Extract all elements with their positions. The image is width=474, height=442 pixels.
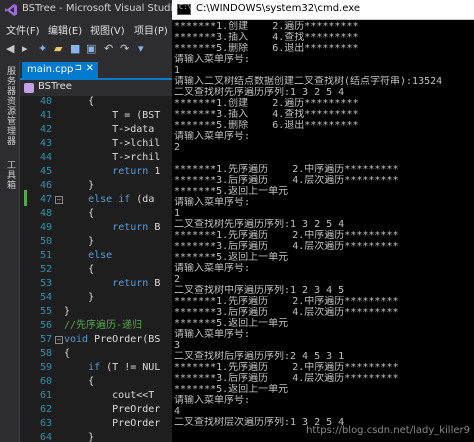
console-line: 请输入菜单序号: bbox=[174, 131, 251, 142]
dropdown-arrow-icon[interactable]: ▾ bbox=[138, 42, 144, 56]
tab-label: main.cpp bbox=[27, 64, 74, 75]
console-line: *******1.先序遍历 2.中序遍历********* bbox=[174, 362, 399, 373]
cmd-icon: C:\ bbox=[177, 3, 192, 15]
collapse-toggle-icon[interactable]: − bbox=[55, 196, 63, 204]
console-line: *******1.创建 2.遍历********* bbox=[174, 98, 359, 109]
toolbox-tab[interactable]: 工具箱 bbox=[4, 160, 17, 190]
console-line: 1 bbox=[174, 208, 181, 219]
scope-dropdown[interactable]: BSTree bbox=[38, 81, 72, 92]
visual-studio-logo-icon bbox=[5, 4, 17, 16]
code-editor[interactable]: 40 {41 T = (BST 42 T->data 43 T->lchil 44 T… bbox=[20, 96, 180, 442]
project-icon bbox=[24, 83, 34, 93]
console-line: *******3.插入 4.查找********* bbox=[174, 32, 359, 43]
new-project-icon[interactable]: ✦ bbox=[38, 42, 47, 56]
console-line: 二叉查找树中序遍历序列:1 2 3 4 5 bbox=[174, 285, 345, 296]
console-line: 4 bbox=[174, 406, 181, 417]
console-line: *******1.先序遍历 2.中序遍历********* bbox=[174, 164, 399, 175]
collapse-toggle-icon[interactable]: − bbox=[55, 336, 63, 344]
console-line: 1 bbox=[174, 65, 181, 76]
forward-icon[interactable]: ▸ bbox=[22, 42, 28, 56]
code-line: 64 } bbox=[20, 430, 180, 442]
code-text: } bbox=[64, 432, 95, 442]
console-line: *******5.返回上一单元 bbox=[174, 252, 289, 263]
console-line: 请输入菜单序号: bbox=[174, 395, 251, 406]
server-explorer-tab[interactable]: 服务器资源管理器 bbox=[4, 66, 17, 146]
console-line: 请输入二叉树结点数据创建二叉查找树(结点字符串):13524 bbox=[174, 76, 443, 87]
console-line: 二叉查找树先序遍历序列:1 3 2 5 4 bbox=[174, 87, 345, 98]
console-line: 请输入菜单序号: bbox=[174, 329, 251, 340]
menu-view[interactable]: 视图(V) bbox=[90, 22, 125, 37]
console-line: 3 bbox=[174, 340, 181, 351]
cmd-window: C:\ C:\WINDOWS\system32\cmd.exe *******1… bbox=[172, 0, 474, 442]
vs-document-tabs: main.cpp ⊐ ✕ bbox=[20, 60, 180, 78]
console-line: 请输入菜单序号: bbox=[174, 54, 251, 65]
cmd-icon-text: C:\ bbox=[179, 3, 192, 11]
console-line: *******5.返回上一单元 bbox=[174, 186, 289, 197]
tab-main-cpp[interactable]: main.cpp ⊐ ✕ bbox=[22, 62, 98, 78]
menu-edit[interactable]: 编辑(E) bbox=[48, 22, 82, 37]
console-line: *******5.返回上一单元 bbox=[174, 384, 289, 395]
console-line: *******3.后序遍历 4.层次遍历********* bbox=[174, 175, 399, 186]
undo-icon[interactable]: ↶ bbox=[104, 42, 113, 56]
cmd-title-bar[interactable]: C:\ C:\WINDOWS\system32\cmd.exe bbox=[172, 0, 474, 20]
console-line: 2 bbox=[174, 142, 181, 153]
console-output[interactable]: *******1.创建 2.遍历********* *******3.插入 4.查… bbox=[172, 21, 474, 442]
save-icon[interactable]: ■ bbox=[70, 42, 80, 56]
cmd-window-title: C:\WINDOWS\system32\cmd.exe bbox=[196, 3, 360, 14]
console-line: *******5.删除 6.退出********* bbox=[174, 43, 359, 54]
close-icon[interactable]: ✕ bbox=[86, 63, 94, 74]
console-line: *******1.先序遍历 2.中序遍历********* bbox=[174, 296, 399, 307]
console-line: 二叉查找树后序遍历序列:2 4 5 3 1 bbox=[174, 351, 345, 362]
menu-project[interactable]: 项目(P) bbox=[134, 22, 168, 37]
console-line: *******5.删除 6.退出********* bbox=[174, 120, 359, 131]
console-line: *******5.返回上一单元 bbox=[174, 318, 289, 329]
console-line: 2 bbox=[174, 274, 181, 285]
back-icon[interactable]: ◀ bbox=[6, 42, 14, 56]
console-line: *******3.后序遍历 4.层次遍历********* bbox=[174, 307, 399, 318]
menu-file[interactable]: 文件(F) bbox=[6, 22, 40, 37]
console-line: *******1.先序遍历 2.中序遍历********* bbox=[174, 230, 399, 241]
console-line: *******3.后序遍历 4.层次遍历********* bbox=[174, 241, 399, 252]
watermark: https://blog.csdn.net/lady_killer9 bbox=[306, 425, 470, 436]
vs-navigation-bar: BSTree bbox=[20, 78, 180, 96]
console-line: *******3.插入 4.查找********* bbox=[174, 109, 359, 120]
pin-icon[interactable]: ⊐ bbox=[74, 63, 82, 73]
console-line: 二叉查找树先序遍历序列:1 3 2 5 4 bbox=[174, 219, 345, 230]
console-line: 请输入菜单序号: bbox=[174, 263, 251, 274]
console-line: 请输入菜单序号: bbox=[174, 197, 251, 208]
redo-icon[interactable]: ↷ bbox=[120, 42, 129, 56]
vs-side-panel: 服务器资源管理器 工具箱 bbox=[0, 60, 20, 442]
vs-window-title: BSTree - Microsoft Visual Studio bbox=[22, 3, 180, 14]
save-all-icon[interactable]: ▣ bbox=[86, 42, 96, 56]
line-number: 64 bbox=[39, 432, 52, 442]
console-line: *******1.创建 2.遍历********* bbox=[174, 21, 359, 32]
console-line: *******3.后序遍历 4.层次遍历********* bbox=[174, 373, 399, 384]
open-folder-icon[interactable]: ▰ bbox=[54, 42, 62, 56]
